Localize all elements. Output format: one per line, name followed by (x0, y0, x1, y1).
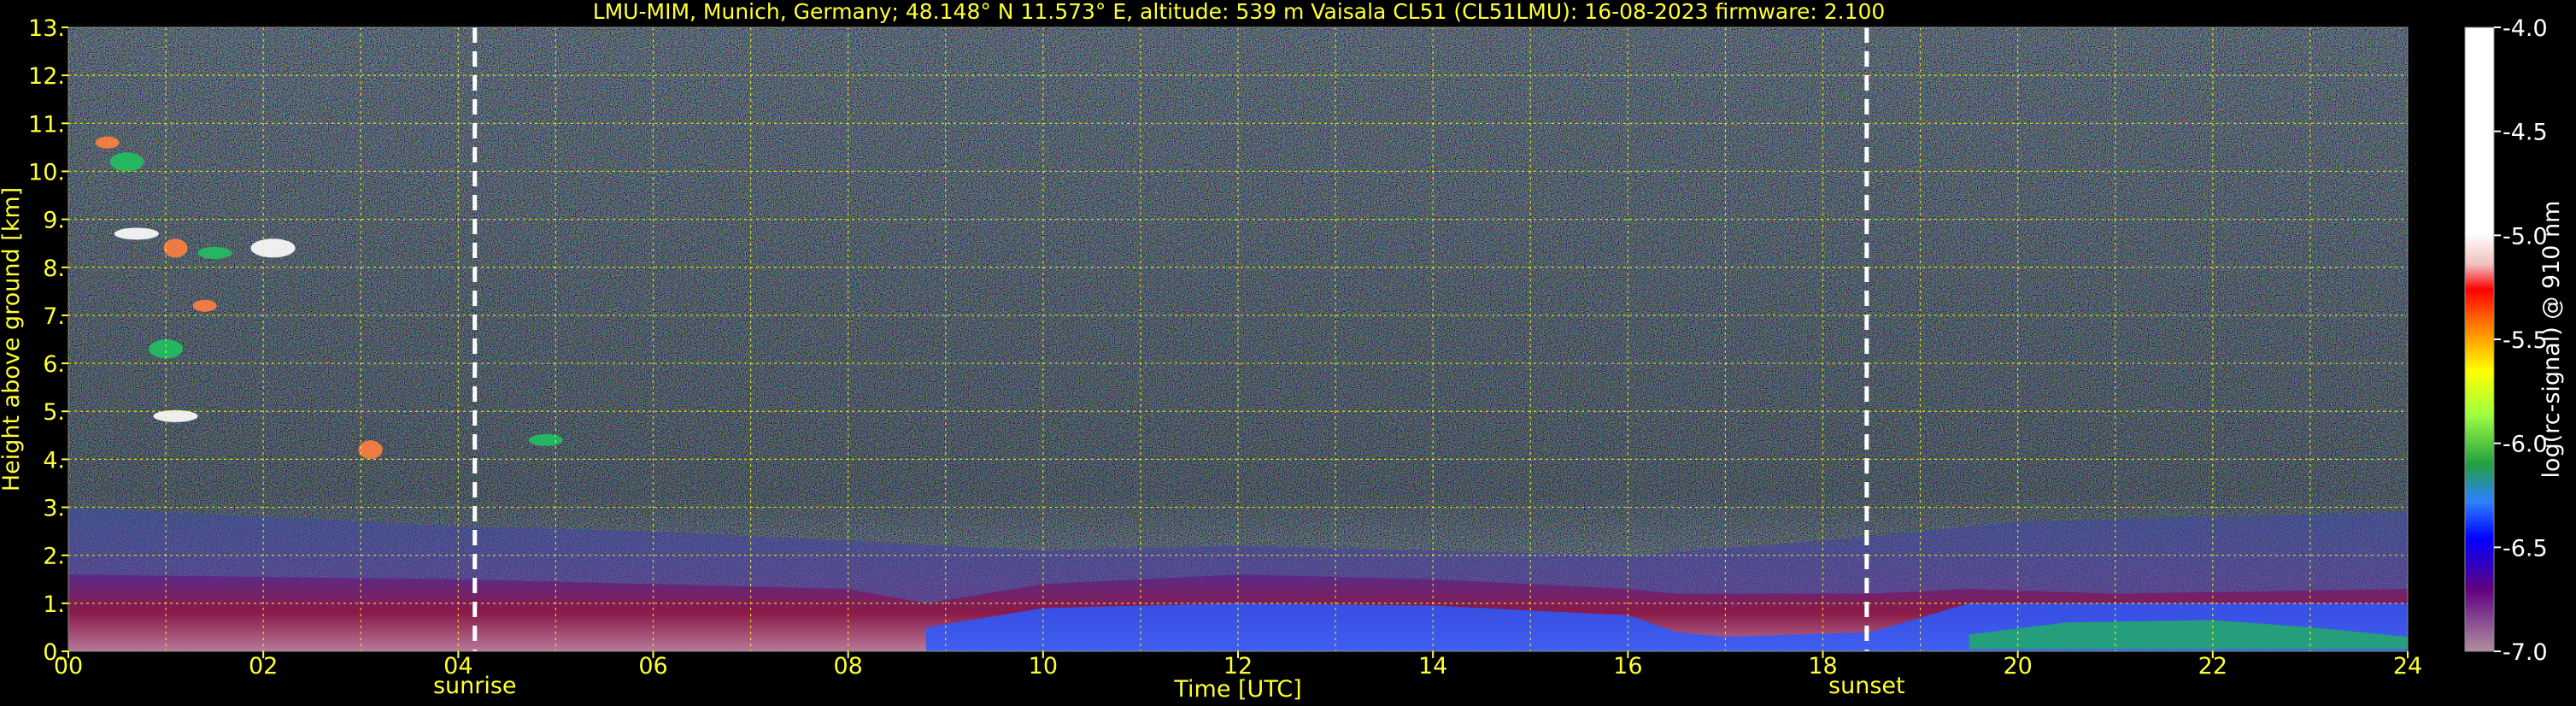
x-tick-label: 20 (2003, 653, 2032, 680)
y-tick-label: 5. (43, 399, 65, 426)
colorbar-tick-label: -6.5 (2503, 535, 2548, 562)
y-tick-label: 1. (43, 591, 65, 618)
cirrus-cloud (114, 227, 159, 240)
ceilometer-chart: LMU-MIM, Munich, Germany; 48.148° N 11.5… (0, 0, 2565, 703)
y-tick-label: 7. (43, 303, 65, 330)
x-tick-label: 22 (2198, 653, 2227, 680)
colorbar-tick-label: -4.0 (2503, 15, 2548, 42)
colorbar-tick-label: -4.5 (2503, 120, 2548, 146)
x-tick-label: 14 (1418, 653, 1447, 680)
cirrus-cloud (153, 409, 198, 422)
y-tick-label: 3. (43, 496, 65, 522)
y-tick-label: 6. (43, 351, 65, 378)
colorbar: -4.0-4.5-5.0-5.5-6.0-6.5-7.0 log(rc-sign… (2464, 15, 2565, 666)
plot-area (68, 27, 2408, 651)
x-axis-label: Time [UTC] (1173, 676, 1301, 703)
y-tick-label: 4. (43, 447, 65, 474)
x-tick-label: 10 (1029, 653, 1058, 680)
y-axis-ticks: 0. 1. 2. 3. 4. 5. 6. 7. 8. 9. 10. 11. 12. 13. (28, 15, 68, 666)
y-tick-label: 2. (43, 544, 65, 570)
cirrus-cloud (163, 238, 188, 258)
cirrus-cloud (250, 238, 296, 258)
y-tick-label: 8. (43, 256, 65, 282)
x-tick-label: 16 (1613, 653, 1642, 680)
x-tick-label: 06 (638, 653, 667, 680)
colorbar-gradient (2464, 26, 2495, 652)
colorbar-tick-label: -7.0 (2503, 639, 2548, 666)
cirrus-cloud (358, 440, 383, 460)
y-tick-label: 11. (28, 111, 65, 138)
cirrus-cloud (197, 246, 232, 259)
y-tick-label: 12. (28, 63, 65, 90)
cirrus-cloud (149, 339, 184, 359)
cirrus-cloud (192, 299, 217, 312)
event-label-sunrise: sunrise (433, 673, 517, 699)
cirrus-cloud (95, 136, 120, 149)
y-axis-label: Height above ground [km] (0, 187, 25, 491)
cirrus-cloud (529, 433, 564, 446)
y-tick-label: 9. (43, 208, 65, 234)
x-tick-label: 08 (833, 653, 862, 680)
y-tick-label: 10. (28, 159, 65, 185)
colorbar-label: log(rc-signal) @ 910 nm (2538, 201, 2565, 479)
chart-title: LMU-MIM, Munich, Germany; 48.148° N 11.5… (593, 0, 1886, 24)
x-tick-label: 24 (2393, 653, 2422, 680)
y-tick-label: 0. (43, 639, 65, 666)
cirrus-cloud (109, 152, 144, 172)
y-tick-label: 13. (28, 15, 65, 42)
event-label-sunset: sunset (1828, 673, 1905, 699)
x-tick-label: 02 (249, 653, 278, 680)
